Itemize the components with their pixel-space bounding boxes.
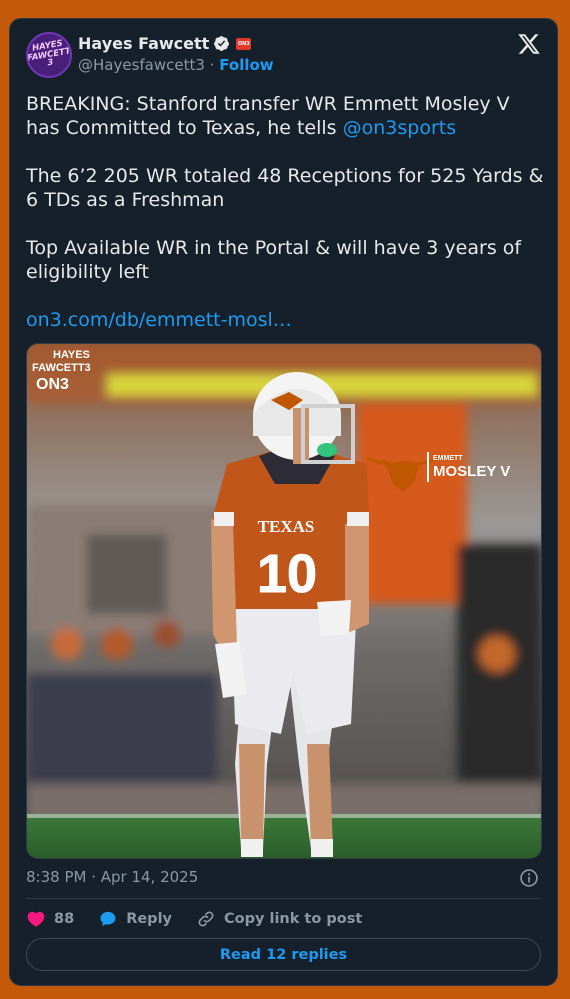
copy-link-label: Copy link to post: [224, 911, 363, 927]
link-icon: [198, 911, 214, 927]
tweet-paragraph-2: The 6’2 205 WR totaled 48 Receptions for…: [26, 165, 544, 211]
x-logo-icon[interactable]: [517, 32, 541, 56]
info-icon[interactable]: [519, 868, 539, 888]
player-first-name: EMMETT: [433, 455, 463, 462]
author-handle[interactable]: @Hayesfawcett3: [78, 56, 205, 74]
follow-button[interactable]: Follow: [219, 56, 273, 74]
avatar-logo: HAYES FAWCETT 3: [26, 38, 72, 69]
player-photo: TEXAS 10 HAYES FAWCETT3 ON3 EMMETT MOSLE…: [27, 344, 541, 858]
author-name-row: Hayes Fawcett ON3: [78, 34, 252, 53]
action-bar: 88 Reply Copy link to post: [26, 908, 386, 930]
tweet-paragraph-3: Top Available WR in the Portal & will ha…: [26, 237, 522, 283]
player-last-name: MOSLEY V: [433, 463, 510, 480]
author-handle-row: @Hayesfawcett3 · Follow: [78, 56, 274, 74]
watermark-line-1: HAYES: [53, 349, 90, 361]
read-replies-button[interactable]: Read 12 replies: [26, 938, 541, 971]
copy-link-button[interactable]: Copy link to post: [196, 909, 362, 929]
article-link[interactable]: on3.com/db/emmett-mosl…: [26, 309, 292, 331]
mention-link[interactable]: @on3sports: [343, 117, 457, 139]
on3-badge: ON3: [236, 37, 252, 50]
watermark-line-3: ON3: [36, 376, 69, 393]
watermark-line-2: FAWCETT3: [32, 362, 91, 374]
tweet-media-image[interactable]: TEXAS 10 HAYES FAWCETT3 ON3 EMMETT MOSLE…: [26, 343, 542, 859]
tweet-text: BREAKING: Stanford transfer WR Emmett Mo…: [26, 92, 546, 356]
jersey-number: 10: [257, 544, 317, 604]
verified-icon: [214, 36, 230, 51]
reply-button[interactable]: Reply: [98, 909, 172, 929]
tweet-timestamp[interactable]: 8:38 PM · Apr 14, 2025: [26, 868, 198, 886]
tweet-paragraph-1: BREAKING: Stanford transfer WR Emmett Mo…: [26, 92, 546, 140]
divider: [26, 898, 541, 899]
author-name[interactable]: Hayes Fawcett: [78, 34, 209, 53]
jersey-team: TEXAS: [258, 517, 315, 536]
handle-separator: ·: [209, 56, 215, 74]
like-button[interactable]: 88: [26, 909, 74, 929]
author-avatar[interactable]: HAYES FAWCETT 3: [26, 32, 72, 78]
reply-label: Reply: [126, 911, 172, 927]
like-count: 88: [54, 911, 75, 927]
tweet-card: HAYES FAWCETT 3 Hayes Fawcett ON3 @Hayes…: [9, 18, 558, 986]
reply-icon: [100, 911, 116, 927]
heart-icon: [27, 911, 45, 927]
